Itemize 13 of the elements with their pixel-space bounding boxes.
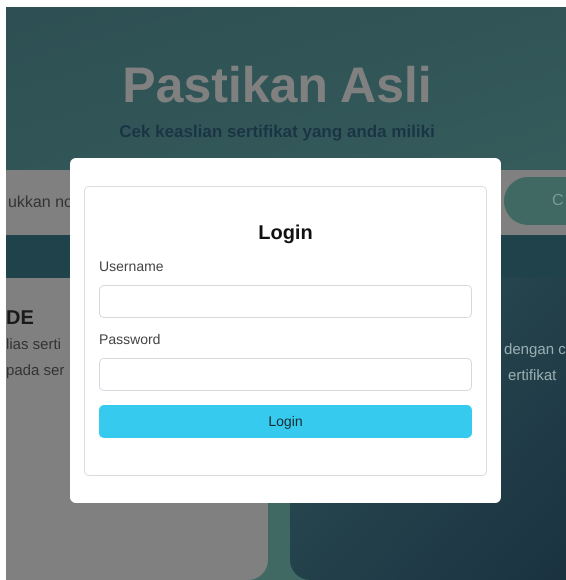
check-button[interactable]: C (504, 176, 566, 224)
text-field[interactable] (99, 358, 472, 391)
card-text: lias serti (6, 335, 62, 355)
text-field[interactable] (99, 285, 472, 318)
field-label: Password (99, 330, 162, 348)
login-button[interactable]: Login (99, 405, 472, 438)
hero-title: Pastikan Asli (122, 56, 432, 115)
field-label: Username (99, 257, 165, 275)
card-title: DE (6, 306, 35, 331)
card-text: pada ser (6, 361, 64, 381)
card-text: dengan c (504, 340, 566, 360)
login-title: Login (257, 221, 314, 245)
card-text: ertifikat (508, 366, 556, 386)
